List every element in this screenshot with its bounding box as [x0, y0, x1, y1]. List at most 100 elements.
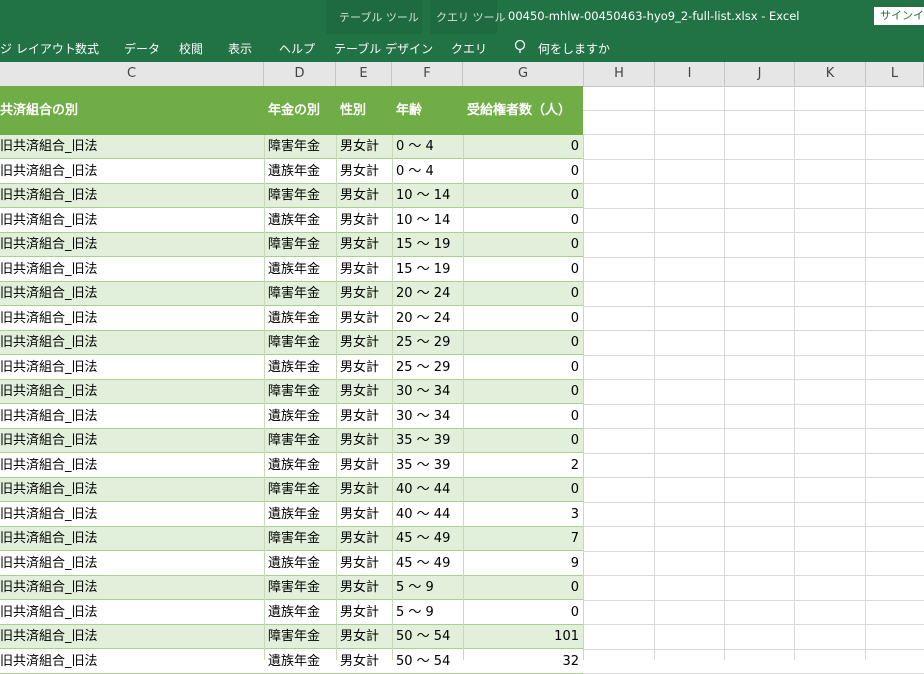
cell-seibetsu[interactable]: 男女計: [340, 650, 379, 673]
table-row[interactable]: 旧共済組合_旧法 障害年金 男女計 20 ～ 24 0: [0, 282, 583, 306]
cell-nenkin[interactable]: 障害年金: [268, 331, 320, 354]
cell-kyosai[interactable]: 旧共済組合_旧法: [0, 356, 98, 379]
table-row[interactable]: 旧共済組合_旧法 遺族年金 男女計 10 ～ 14 0: [0, 208, 583, 233]
cell-nenrei[interactable]: 50 ～ 54: [396, 650, 450, 673]
cell-nenkin[interactable]: 障害年金: [268, 478, 320, 501]
cell-nenrei[interactable]: 5 ～ 9: [396, 576, 434, 599]
cell-nenrei[interactable]: 10 ～ 14: [396, 184, 450, 207]
table-row[interactable]: 旧共済組合_旧法 障害年金 男女計 15 ～ 19 0: [0, 233, 583, 257]
cell-nenrei[interactable]: 20 ～ 24: [396, 282, 450, 305]
cell-seibetsu[interactable]: 男女計: [340, 552, 379, 575]
cell-seibetsu[interactable]: 男女計: [340, 135, 379, 158]
cell-jukyuken[interactable]: 0: [571, 233, 579, 256]
cell-nenrei[interactable]: 50 ～ 54: [396, 625, 450, 648]
cell-seibetsu[interactable]: 男女計: [340, 380, 379, 403]
cell-kyosai[interactable]: 旧共済組合_旧法: [0, 380, 98, 403]
header-nenrei[interactable]: 年齢: [396, 86, 422, 135]
cell-jukyuken[interactable]: 101: [554, 625, 579, 648]
cell-jukyuken[interactable]: 9: [571, 552, 579, 575]
cell-seibetsu[interactable]: 男女計: [340, 331, 379, 354]
column-header-e[interactable]: E: [336, 62, 392, 86]
cell-nenkin[interactable]: 障害年金: [268, 380, 320, 403]
cell-kyosai[interactable]: 旧共済組合_旧法: [0, 233, 98, 256]
tab-page-layout[interactable]: ジ レイアウト: [0, 40, 76, 57]
cell-jukyuken[interactable]: 0: [571, 478, 579, 501]
table-row[interactable]: 旧共済組合_旧法 遺族年金 男女計 40 ～ 44 3: [0, 502, 583, 527]
cell-nenkin[interactable]: 遺族年金: [268, 503, 320, 526]
cell-kyosai[interactable]: 旧共済組合_旧法: [0, 135, 98, 158]
cell-nenkin[interactable]: 遺族年金: [268, 601, 320, 624]
cell-nenrei[interactable]: 45 ～ 49: [396, 527, 450, 550]
cell-nenkin[interactable]: 遺族年金: [268, 552, 320, 575]
cell-seibetsu[interactable]: 男女計: [340, 601, 379, 624]
cell-jukyuken[interactable]: 0: [571, 576, 579, 599]
table-row[interactable]: 旧共済組合_旧法 障害年金 男女計 10 ～ 14 0: [0, 184, 583, 208]
tab-review[interactable]: 校閲: [179, 40, 203, 57]
cell-seibetsu[interactable]: 男女計: [340, 209, 379, 232]
cell-jukyuken[interactable]: 0: [571, 184, 579, 207]
cell-jukyuken[interactable]: 0: [571, 209, 579, 232]
cell-nenrei[interactable]: 40 ～ 44: [396, 503, 450, 526]
cell-kyosai[interactable]: 旧共済組合_旧法: [0, 331, 98, 354]
cell-jukyuken[interactable]: 0: [571, 356, 579, 379]
column-header-d[interactable]: D: [264, 62, 336, 86]
cell-nenrei[interactable]: 5 ～ 9: [396, 601, 434, 624]
table-row[interactable]: 旧共済組合_旧法 障害年金 男女計 5 ～ 9 0: [0, 576, 583, 600]
cell-kyosai[interactable]: 旧共済組合_旧法: [0, 429, 98, 452]
column-header-c[interactable]: C: [0, 62, 264, 86]
cell-kyosai[interactable]: 旧共済組合_旧法: [0, 258, 98, 281]
table-row[interactable]: 旧共済組合_旧法 障害年金 男女計 40 ～ 44 0: [0, 478, 583, 502]
cell-nenrei[interactable]: 25 ～ 29: [396, 331, 450, 354]
cell-nenrei[interactable]: 35 ～ 39: [396, 429, 450, 452]
cell-kyosai[interactable]: 旧共済組合_旧法: [0, 552, 98, 575]
cell-nenkin[interactable]: 障害年金: [268, 282, 320, 305]
cell-nenkin[interactable]: 遺族年金: [268, 650, 320, 673]
column-header-j[interactable]: J: [725, 62, 795, 86]
header-nenkin[interactable]: 年金の別: [268, 86, 320, 135]
cell-jukyuken[interactable]: 3: [571, 503, 579, 526]
cell-jukyuken[interactable]: 0: [571, 331, 579, 354]
cell-nenrei[interactable]: 10 ～ 14: [396, 209, 450, 232]
cell-seibetsu[interactable]: 男女計: [340, 160, 379, 183]
table-row[interactable]: 旧共済組合_旧法 遺族年金 男女計 45 ～ 49 9: [0, 551, 583, 576]
table-row[interactable]: 旧共済組合_旧法 障害年金 男女計 30 ～ 34 0: [0, 380, 583, 404]
cell-nenkin[interactable]: 障害年金: [268, 135, 320, 158]
table-row[interactable]: 旧共済組合_旧法 遺族年金 男女計 20 ～ 24 0: [0, 306, 583, 331]
column-header-i[interactable]: I: [655, 62, 725, 86]
cell-kyosai[interactable]: 旧共済組合_旧法: [0, 405, 98, 428]
cell-jukyuken[interactable]: 0: [571, 135, 579, 158]
cell-nenkin[interactable]: 遺族年金: [268, 209, 320, 232]
table-row[interactable]: 旧共済組合_旧法 遺族年金 男女計 15 ～ 19 0: [0, 257, 583, 282]
cell-kyosai[interactable]: 旧共済組合_旧法: [0, 184, 98, 207]
table-row[interactable]: 旧共済組合_旧法 障害年金 男女計 45 ～ 49 7: [0, 527, 583, 551]
tab-view[interactable]: 表示: [228, 40, 252, 57]
cell-jukyuken[interactable]: 0: [571, 307, 579, 330]
cell-nenkin[interactable]: 障害年金: [268, 429, 320, 452]
tab-formulas[interactable]: 数式: [75, 40, 99, 57]
cell-seibetsu[interactable]: 男女計: [340, 405, 379, 428]
signin-button[interactable]: サインイン: [874, 7, 924, 25]
cell-kyosai[interactable]: 旧共済組合_旧法: [0, 650, 98, 673]
table-row[interactable]: 旧共済組合_旧法 遺族年金 男女計 5 ～ 9 0: [0, 600, 583, 625]
cell-kyosai[interactable]: 旧共済組合_旧法: [0, 282, 98, 305]
table-row[interactable]: 旧共済組合_旧法 障害年金 男女計 0 ～ 4 0: [0, 135, 583, 159]
tab-query[interactable]: クエリ: [451, 40, 487, 57]
cell-kyosai[interactable]: 旧共済組合_旧法: [0, 307, 98, 330]
cell-nenkin[interactable]: 障害年金: [268, 233, 320, 256]
cell-nenrei[interactable]: 30 ～ 34: [396, 380, 450, 403]
table-row[interactable]: 旧共済組合_旧法 遺族年金 男女計 35 ～ 39 2: [0, 453, 583, 478]
cell-nenkin[interactable]: 遺族年金: [268, 405, 320, 428]
table-row[interactable]: 旧共済組合_旧法 遺族年金 男女計 0 ～ 4 0: [0, 159, 583, 184]
cell-kyosai[interactable]: 旧共済組合_旧法: [0, 601, 98, 624]
column-header-g[interactable]: G: [463, 62, 584, 86]
cell-seibetsu[interactable]: 男女計: [340, 282, 379, 305]
cell-seibetsu[interactable]: 男女計: [340, 356, 379, 379]
cell-seibetsu[interactable]: 男女計: [340, 478, 379, 501]
cell-kyosai[interactable]: 旧共済組合_旧法: [0, 454, 98, 477]
column-header-k[interactable]: K: [795, 62, 866, 86]
tab-help[interactable]: ヘルプ: [279, 40, 315, 57]
cell-jukyuken[interactable]: 0: [571, 258, 579, 281]
cell-kyosai[interactable]: 旧共済組合_旧法: [0, 478, 98, 501]
table-row[interactable]: 旧共済組合_旧法 障害年金 男女計 35 ～ 39 0: [0, 429, 583, 453]
tab-table-design[interactable]: テーブル デザイン: [334, 40, 433, 57]
